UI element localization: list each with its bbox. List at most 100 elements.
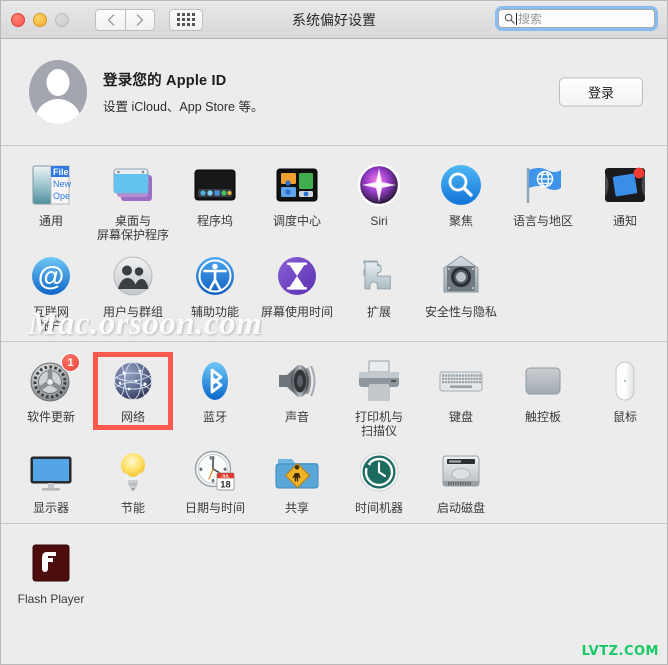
pref-pane-label: 扩展 — [366, 305, 391, 319]
pref-pane-security-privacy[interactable]: 安全性与隐私 — [420, 246, 502, 337]
pref-pane-network[interactable]: 网络 — [92, 351, 174, 442]
flash-player-icon — [27, 539, 75, 587]
pref-pane-label: 声音 — [284, 410, 309, 424]
show-all-button[interactable] — [169, 8, 203, 31]
pref-pane-label: 启动磁盘 — [436, 501, 485, 515]
mission-control-icon — [273, 161, 321, 209]
traffic-light-group — [11, 12, 69, 27]
pref-pane-label: 语言与地区 — [512, 214, 573, 228]
pref-pane-label: 屏幕使用时间 — [260, 305, 333, 319]
pref-pane-label: Flash Player — [17, 592, 85, 606]
sound-icon — [273, 357, 321, 405]
apple-id-subtitle: 设置 iCloud、App Store 等。 — [103, 100, 264, 114]
pref-pane-label: 时间机器 — [354, 501, 403, 515]
pref-pane-extensions[interactable]: 扩展 — [338, 246, 420, 337]
extensions-icon — [355, 252, 403, 300]
pref-pane-label: 共享 — [284, 501, 309, 515]
pref-pane-label: 节能 — [120, 501, 145, 515]
svg-text:New: New — [53, 179, 72, 189]
back-button[interactable] — [95, 8, 125, 31]
language-region-icon — [519, 161, 567, 209]
accessibility-icon — [191, 252, 239, 300]
apple-id-text: 登录您的 Apple ID 设置 iCloud、App Store 等。 — [103, 69, 263, 115]
internet-accounts-icon: @ — [27, 252, 75, 300]
printers-scanners-icon — [355, 357, 403, 405]
search-input[interactable]: 搜索 — [498, 9, 655, 28]
svg-text:Ope: Ope — [53, 191, 70, 201]
pref-pane-dock[interactable]: 程序坞 — [174, 155, 256, 246]
screen-time-icon — [273, 252, 321, 300]
desktop-screensaver-icon — [109, 161, 157, 209]
software-update-icon: 1 — [27, 353, 80, 405]
pref-pane-label: 日期与时间 — [184, 501, 245, 515]
pref-pane-software-update[interactable]: 1 软件更新 — [10, 351, 92, 442]
pref-pane-internet-accounts[interactable]: @ 互联网 帐户 — [10, 246, 92, 337]
pref-pane-displays[interactable]: 显示器 — [10, 442, 92, 519]
svg-text:12: 12 — [210, 455, 215, 460]
notifications-icon — [601, 161, 649, 209]
pref-pane-label: 桌面与 屏幕保护程序 — [96, 214, 169, 242]
grid-view-icon — [177, 13, 195, 26]
pref-pane-date-time[interactable]: 12 3 6 9 JUL 18 日期与时间 — [174, 442, 256, 519]
search-box[interactable]: 搜索 — [495, 6, 658, 31]
search-icon — [504, 13, 515, 24]
time-machine-icon — [355, 448, 403, 496]
pref-pane-label: 显示器 — [32, 501, 69, 515]
pref-pane-sharing[interactable]: 共享 — [256, 442, 338, 519]
pref-pane-accessibility[interactable]: 辅助功能 — [174, 246, 256, 337]
bluetooth-icon — [191, 357, 239, 405]
pref-pane-trackpad[interactable]: 触控板 — [502, 351, 584, 442]
svg-text:File: File — [53, 167, 69, 177]
sign-in-button[interactable]: 登录 — [559, 77, 643, 107]
pref-pane-language-region[interactable]: 语言与地区 — [502, 155, 584, 246]
pref-pane-screen-time[interactable]: 屏幕使用时间 — [256, 246, 338, 337]
preference-row: 显示器 节能 12 3 6 9 JUL 18 日期与时间 共享 时间机器 启动磁盘 — [1, 442, 667, 519]
pref-pane-desktop-screensaver[interactable]: 桌面与 屏幕保护程序 — [92, 155, 174, 246]
pref-pane-label: 聚焦 — [448, 214, 473, 228]
apple-id-banner[interactable]: 登录您的 Apple ID 设置 iCloud、App Store 等。 登录 — [1, 39, 667, 146]
pref-pane-sound[interactable]: 声音 — [256, 351, 338, 442]
general-icon: File New Ope — [27, 161, 75, 209]
pref-pane-flash-player[interactable]: Flash Player — [10, 533, 92, 610]
chevron-left-icon — [107, 13, 114, 26]
pref-pane-keyboard[interactable]: 键盘 — [420, 351, 502, 442]
pref-pane-notifications[interactable]: 通知 — [584, 155, 666, 246]
security-privacy-icon — [437, 252, 485, 300]
preference-row: File New Ope 通用 桌面与 屏幕保护程序 程序坞 调度中心 Siri 聚焦 语言与地区… — [1, 155, 667, 246]
forward-button[interactable] — [125, 8, 155, 31]
pref-pane-label: 打印机与 扫描仪 — [354, 410, 403, 438]
close-window-button[interactable] — [11, 12, 25, 27]
pref-pane-spotlight[interactable]: 聚焦 — [420, 155, 502, 246]
apple-id-title: 登录您的 Apple ID — [103, 73, 227, 89]
pref-pane-bluetooth[interactable]: 蓝牙 — [174, 351, 256, 442]
pref-pane-siri[interactable]: Siri — [338, 155, 420, 246]
pref-pane-label: 通知 — [612, 214, 637, 228]
preference-pane-grid: File New Ope 通用 桌面与 屏幕保护程序 程序坞 调度中心 Siri 聚焦 语言与地区… — [1, 146, 667, 614]
pref-pane-label: 网络 — [120, 410, 145, 424]
minimize-window-button[interactable] — [33, 12, 47, 27]
pref-pane-energy-saver[interactable]: 节能 — [92, 442, 174, 519]
pref-pane-startup-disk[interactable]: 启动磁盘 — [420, 442, 502, 519]
svg-text:18: 18 — [220, 479, 230, 490]
pref-pane-label: 安全性与隐私 — [424, 305, 497, 319]
date-time-icon: 12 3 6 9 JUL 18 — [191, 448, 239, 496]
pref-pane-label: 通用 — [38, 214, 63, 228]
pref-pane-time-machine[interactable]: 时间机器 — [338, 442, 420, 519]
svg-text:@: @ — [38, 261, 64, 291]
window-titlebar: 系统偏好设置 搜索 — [1, 1, 667, 39]
pref-pane-mouse[interactable]: 鼠标 — [584, 351, 666, 442]
pref-pane-mission-control[interactable]: 调度中心 — [256, 155, 338, 246]
chevron-right-icon — [136, 13, 144, 26]
pref-pane-printers-scanners[interactable]: 打印机与 扫描仪 — [338, 351, 420, 442]
navigation-button-group — [95, 8, 155, 31]
preference-row: Flash Player — [1, 533, 667, 610]
pref-pane-users-groups[interactable]: 用户与群组 — [92, 246, 174, 337]
preference-section-hardware: 1 软件更新 网络 蓝牙 声音 打印机与 扫描仪 键盘 触控板 鼠标显示器 节能 12 3 6 9 JUL 1… — [1, 341, 667, 523]
preference-section-personal: File New Ope 通用 桌面与 屏幕保护程序 程序坞 调度中心 Siri 聚焦 语言与地区… — [1, 146, 667, 341]
displays-icon — [27, 448, 75, 496]
pref-pane-label: 程序坞 — [196, 214, 233, 228]
preference-row: 1 软件更新 网络 蓝牙 声音 打印机与 扫描仪 键盘 触控板 鼠标 — [1, 351, 667, 442]
zoom-window-button[interactable] — [55, 12, 69, 27]
pref-pane-general[interactable]: File New Ope 通用 — [10, 155, 92, 246]
pref-pane-label: 触控板 — [524, 410, 561, 424]
